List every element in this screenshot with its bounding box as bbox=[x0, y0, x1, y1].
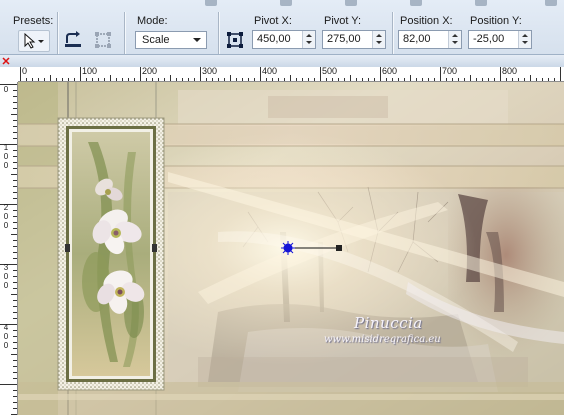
reset-rectangle-button[interactable] bbox=[62, 30, 84, 50]
edit-selection-button[interactable] bbox=[92, 30, 114, 50]
mode-label: Mode: bbox=[137, 15, 168, 27]
tool-icon[interactable] bbox=[475, 0, 487, 6]
ruler-label: 0 bbox=[3, 212, 9, 221]
pivot-y-label: Pivot Y: bbox=[324, 15, 362, 27]
tool-icon[interactable] bbox=[545, 0, 557, 6]
ruler-ticks bbox=[0, 84, 17, 415]
position-y-value: -25,00 bbox=[473, 33, 505, 45]
position-y-spinbox[interactable]: -25,00 bbox=[468, 30, 532, 49]
tool-options-bar: Presets: Mode: Scale Pivot X: 450,00 Piv… bbox=[0, 0, 564, 62]
ruler-label: 3 bbox=[3, 263, 9, 272]
ruler-ticks bbox=[20, 67, 561, 81]
position-y-label: Position Y: bbox=[470, 15, 522, 27]
reset-icon bbox=[65, 31, 81, 47]
separator bbox=[392, 12, 393, 56]
chevron-down-icon bbox=[193, 38, 201, 42]
pivot-y-value: 275,00 bbox=[327, 33, 361, 45]
ruler-label: 2 bbox=[3, 203, 9, 212]
transform-handles-icon bbox=[227, 32, 243, 48]
ruler-label: 4 bbox=[3, 323, 9, 332]
presets-label: Presets: bbox=[13, 15, 54, 27]
ruler-label: 1 bbox=[3, 143, 9, 152]
pivot-y-spinbox[interactable]: 275,00 bbox=[322, 30, 386, 49]
toolbar-top-icons-row bbox=[0, 0, 564, 9]
ruler-label: 0 bbox=[3, 332, 9, 341]
ruler-label: 0 bbox=[3, 152, 9, 161]
transform-handles-button[interactable] bbox=[224, 30, 246, 50]
image-canvas[interactable]: Pinuccia www.misidreqrafica.eu bbox=[18, 82, 564, 415]
spin-arrows-icon[interactable] bbox=[518, 31, 531, 48]
ruler-corner bbox=[0, 67, 19, 83]
presets-dropdown-button[interactable] bbox=[18, 30, 50, 52]
spin-arrows-icon[interactable] bbox=[302, 31, 315, 48]
ruler-label: 200 bbox=[142, 67, 158, 76]
ruler-label: 700 bbox=[442, 67, 458, 76]
tool-icon[interactable] bbox=[280, 0, 292, 6]
artwork-image bbox=[18, 82, 564, 415]
separator bbox=[218, 12, 219, 56]
document-title-bar[interactable] bbox=[0, 54, 564, 67]
separator bbox=[57, 12, 58, 56]
separator bbox=[124, 12, 125, 56]
position-x-value: 82,00 bbox=[403, 33, 431, 45]
ruler-label: 0 bbox=[3, 85, 9, 94]
edit-selection-icon bbox=[95, 32, 111, 48]
ruler-label: 100 bbox=[82, 67, 98, 76]
tool-icon[interactable] bbox=[205, 0, 217, 6]
close-icon[interactable] bbox=[2, 57, 10, 65]
ruler-label: 800 bbox=[502, 67, 518, 76]
watermark-name: Pinuccia bbox=[354, 314, 423, 332]
position-x-label: Position X: bbox=[400, 15, 453, 27]
spin-arrows-icon[interactable] bbox=[448, 31, 461, 48]
horizontal-ruler[interactable]: 0 100 200 300 400 500 600 700 800 bbox=[18, 67, 564, 82]
ruler-label: 0 bbox=[3, 281, 9, 290]
pivot-handle[interactable] bbox=[281, 241, 295, 255]
ruler-label: 0 bbox=[3, 161, 9, 170]
ruler-label: 500 bbox=[322, 67, 338, 76]
pointer-arrow-icon bbox=[24, 33, 44, 49]
ruler-label: 0 bbox=[3, 221, 9, 230]
mode-select-value: Scale bbox=[142, 34, 170, 46]
ruler-label: 0 bbox=[3, 341, 9, 350]
tool-icon[interactable] bbox=[345, 0, 357, 6]
watermark-url: www.misidreqrafica.eu bbox=[324, 334, 441, 345]
pivot-x-label: Pivot X: bbox=[254, 15, 292, 27]
ruler-label: 0 bbox=[22, 67, 28, 76]
pivot-x-value: 450,00 bbox=[257, 33, 291, 45]
ruler-label: 0 bbox=[3, 272, 9, 281]
vertical-ruler[interactable]: 0 1 0 0 2 0 0 3 0 0 4 0 0 bbox=[0, 82, 18, 415]
pivot-x-spinbox[interactable]: 450,00 bbox=[252, 30, 316, 49]
ruler-label: 600 bbox=[382, 67, 398, 76]
spin-arrows-icon[interactable] bbox=[372, 31, 385, 48]
mode-select[interactable]: Scale bbox=[135, 31, 207, 49]
position-x-spinbox[interactable]: 82,00 bbox=[398, 30, 462, 49]
ruler-label: 300 bbox=[202, 67, 218, 76]
ruler-label: 400 bbox=[262, 67, 278, 76]
tool-icon[interactable] bbox=[410, 0, 422, 6]
